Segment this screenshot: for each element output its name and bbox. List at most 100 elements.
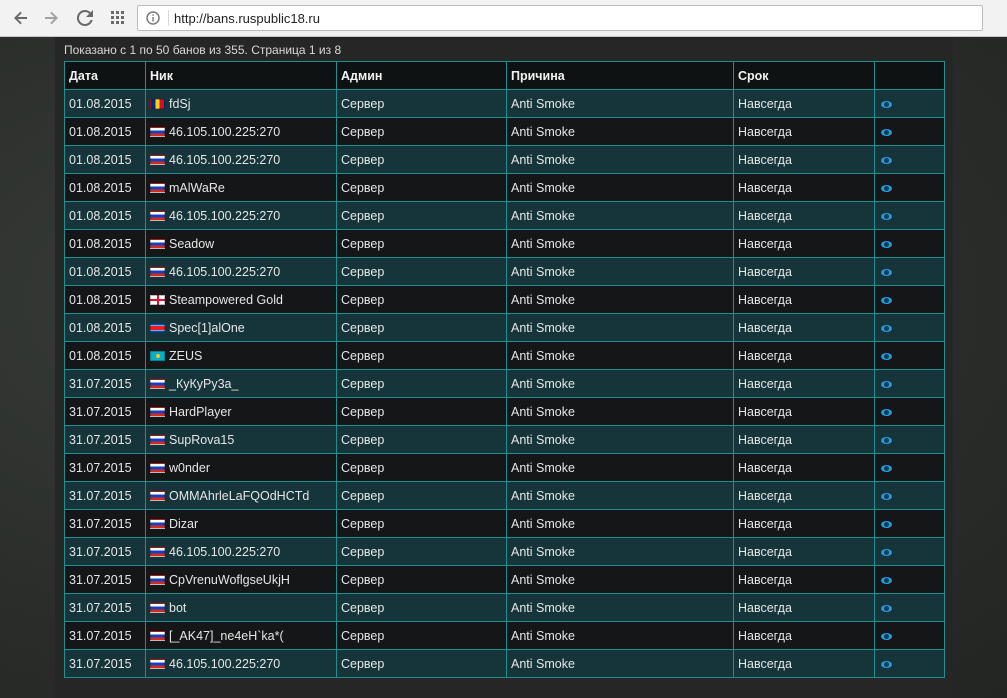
table-row[interactable]: 01.08.2015 Seadow Сервер Anti Smoke Навсегда — [64, 229, 945, 258]
view-details-icon[interactable] — [881, 268, 892, 276]
table-row[interactable]: 31.07.2015 SupRova15 Сервер Anti Smoke Навсе… — [64, 425, 945, 454]
view-details-icon[interactable] — [881, 576, 892, 584]
ban-term: Навсегда — [733, 453, 875, 482]
back-icon[interactable] — [10, 7, 32, 29]
table-row[interactable]: 31.07.2015 w0nder Сервер Anti Smoke Навсегда — [64, 453, 945, 482]
ban-reason: Anti Smoke — [506, 173, 734, 202]
reload-icon[interactable] — [74, 7, 96, 29]
flag-ru-icon — [150, 210, 165, 221]
view-details-icon[interactable] — [881, 324, 892, 332]
header-term[interactable]: Срок — [733, 61, 875, 90]
ban-nick: 46.105.100.225:270 — [169, 264, 281, 279]
table-row[interactable]: 01.08.2015 Steampowered Gold Сервер Anti Sm… — [64, 285, 945, 314]
view-details-icon[interactable] — [881, 520, 892, 528]
view-details-icon[interactable] — [881, 100, 892, 108]
ban-term: Навсегда — [733, 509, 875, 538]
table-row[interactable]: 31.07.2015 Dizar Сервер Anti Smoke Навсегда — [64, 509, 945, 538]
flag-ru-icon — [150, 602, 165, 613]
ban-reason: Anti Smoke — [506, 397, 734, 426]
view-details-icon[interactable] — [881, 632, 892, 640]
header-admin[interactable]: Админ — [336, 61, 507, 90]
ban-nick-cell: SupRova15 — [145, 425, 337, 454]
table-row[interactable]: 31.07.2015 OMMAhrleLaFQOdHCTd Сервер Anti S… — [64, 481, 945, 510]
pagination-summary: Показано с 1 по 50 банов из 355. Страниц… — [64, 43, 342, 57]
flag-ru-icon — [150, 658, 165, 669]
flag-ro-icon — [150, 98, 165, 109]
ban-reason: Anti Smoke — [506, 621, 734, 650]
ban-actions — [874, 341, 945, 370]
view-details-icon[interactable] — [881, 128, 892, 136]
header-date[interactable]: Дата — [64, 61, 146, 90]
flag-ru-icon — [150, 490, 165, 501]
ban-nick: Dizar — [169, 516, 199, 531]
ban-term: Навсегда — [733, 229, 875, 258]
view-details-icon[interactable] — [881, 352, 892, 360]
view-details-icon[interactable] — [881, 156, 892, 164]
table-row[interactable]: 01.08.2015 46.105.100.225:270 Сервер Anti S… — [64, 201, 945, 230]
table-row[interactable]: 01.08.2015 Spec[1]alOne Сервер Anti Smoke На… — [64, 313, 945, 342]
table-row[interactable]: 31.07.2015 [_AK47]_ne4eH`ka*(Сервер Anti S… — [64, 621, 945, 650]
table-row[interactable]: 01.08.2015 mAlWaRe Сервер Anti Smoke Навсегд… — [64, 173, 945, 202]
ban-nick-cell: Dizar — [145, 509, 337, 538]
ban-term: Навсегда — [733, 369, 875, 398]
view-details-icon[interactable] — [881, 296, 892, 304]
table-row[interactable]: 31.07.2015 HardPlayer Сервер Anti Smoke Навс… — [64, 397, 945, 426]
ban-admin: Сервер — [336, 313, 507, 342]
ban-admin: Сервер — [336, 285, 507, 314]
table-row[interactable]: 01.08.2015 46.105.100.225:270 Сервер Anti S… — [64, 145, 945, 174]
table-row[interactable]: 01.08.2015 fdSj Сервер Anti Smoke Навсегда — [64, 89, 945, 118]
ban-nick-cell: 46.105.100.225:270 — [145, 257, 337, 286]
ban-term: Навсегда — [733, 145, 875, 174]
view-details-icon[interactable] — [881, 184, 892, 192]
ban-date: 01.08.2015 — [64, 117, 146, 146]
ban-reason: Anti Smoke — [506, 537, 734, 566]
ban-reason: Anti Smoke — [506, 201, 734, 230]
ban-date: 01.08.2015 — [64, 145, 146, 174]
ban-admin: Сервер — [336, 201, 507, 230]
ban-nick: OMMAhrleLaFQOdHCTd — [169, 488, 310, 503]
header-nick[interactable]: Ник — [145, 61, 337, 90]
ban-date: 31.07.2015 — [64, 369, 146, 398]
flag-ru-icon — [150, 266, 165, 277]
ban-nick: _КуКуРу3а_ — [169, 376, 239, 391]
view-details-icon[interactable] — [881, 464, 892, 472]
ban-actions — [874, 481, 945, 510]
ban-nick-cell: CpVrenuWoflgseUkjH — [145, 565, 337, 594]
url-text[interactable]: http://bans.ruspublic18.ru — [174, 11, 320, 26]
apps-icon[interactable] — [107, 7, 129, 29]
view-details-icon[interactable] — [881, 548, 892, 556]
ban-nick: Seadow — [169, 236, 215, 251]
ban-term: Навсегда — [733, 649, 875, 678]
table-row[interactable]: 31.07.2015 bot Сервер Anti Smoke Навсегда — [64, 593, 945, 622]
table-row[interactable]: 31.07.2015 46.105.100.225:270 Сервер Anti S… — [64, 649, 945, 678]
view-details-icon[interactable] — [881, 436, 892, 444]
address-bar[interactable]: http://bans.ruspublic18.ru — [137, 5, 983, 31]
table-row[interactable]: 31.07.2015 CpVrenuWoflgseUkjH Сервер Anti S… — [64, 565, 945, 594]
view-details-icon[interactable] — [881, 492, 892, 500]
ban-date: 31.07.2015 — [64, 397, 146, 426]
table-row[interactable]: 31.07.2015 _КуКуРу3а_ Сервер Anti Smoke Навс… — [64, 369, 945, 398]
ban-reason: Anti Smoke — [506, 369, 734, 398]
view-details-icon[interactable] — [881, 212, 892, 220]
view-details-icon[interactable] — [881, 408, 892, 416]
header-reason[interactable]: Причина — [506, 61, 734, 90]
ban-nick-cell: ZEUS — [145, 341, 337, 370]
table-row[interactable]: 01.08.2015 46.105.100.225:270 Сервер Anti S… — [64, 257, 945, 286]
flag-kp-icon — [150, 322, 165, 333]
ban-actions — [874, 453, 945, 482]
view-details-icon[interactable] — [881, 660, 892, 668]
table-row[interactable]: 31.07.2015 46.105.100.225:270 Сервер Anti S… — [64, 537, 945, 566]
view-details-icon[interactable] — [881, 380, 892, 388]
view-details-icon[interactable] — [881, 240, 892, 248]
table-row[interactable]: 01.08.2015 46.105.100.225:270 Сервер Anti S… — [64, 117, 945, 146]
ban-date: 31.07.2015 — [64, 621, 146, 650]
ban-nick: bot — [169, 600, 187, 615]
ban-actions — [874, 537, 945, 566]
forward-icon[interactable] — [40, 7, 62, 29]
page-info-icon[interactable] — [146, 11, 160, 25]
ban-date: 31.07.2015 — [64, 453, 146, 482]
flag-ru-icon — [150, 238, 165, 249]
ban-actions — [874, 649, 945, 678]
view-details-icon[interactable] — [881, 604, 892, 612]
table-row[interactable]: 01.08.2015 ZEUS Сервер Anti Smoke Навсегда — [64, 341, 945, 370]
